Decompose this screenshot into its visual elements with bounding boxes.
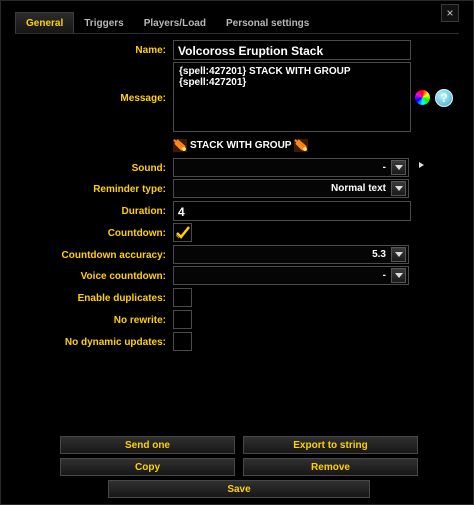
spell-icon <box>294 139 309 152</box>
enable-duplicates-label: Enable duplicates: <box>77 293 166 304</box>
voice-countdown-value: - <box>382 270 386 281</box>
sound-dropdown[interactable]: - <box>173 158 409 177</box>
name-input[interactable]: Volcoross Eruption Stack <box>173 40 411 60</box>
countdown-accuracy-label: Countdown accuracy: <box>61 250 166 261</box>
message-line-2: {spell:427201} <box>179 77 247 88</box>
reminder-type-dropdown[interactable]: Normal text <box>173 179 409 198</box>
duration-input[interactable]: 4 <box>173 201 411 221</box>
reminder-type-label: Reminder type: <box>93 184 166 195</box>
message-label: Message: <box>120 93 166 104</box>
no-rewrite-label: No rewrite: <box>113 315 166 326</box>
no-rewrite-checkbox[interactable] <box>173 310 192 329</box>
remove-button[interactable]: Remove <box>243 458 418 476</box>
countdown-label: Countdown: <box>107 228 166 239</box>
tab-bar: General Triggers Players/Load Personal s… <box>15 12 319 34</box>
chevron-down-icon[interactable] <box>391 160 406 175</box>
preview-text: STACK WITH GROUP <box>190 140 292 151</box>
countdown-checkbox[interactable] <box>173 223 192 242</box>
voice-countdown-label: Voice countdown: <box>80 271 166 282</box>
name-label: Name: <box>135 45 166 56</box>
tab-divider <box>15 33 459 34</box>
color-picker-icon[interactable] <box>415 90 430 105</box>
enable-duplicates-checkbox[interactable] <box>173 288 192 307</box>
message-line-1: {spell:427201} STACK WITH GROUP <box>179 66 351 77</box>
voice-countdown-dropdown[interactable]: - <box>173 266 409 285</box>
countdown-accuracy-dropdown[interactable]: 5.3 <box>173 245 409 264</box>
spell-icon <box>173 139 187 152</box>
copy-button[interactable]: Copy <box>60 458 235 476</box>
play-sound-icon[interactable] <box>419 162 424 168</box>
export-to-string-button[interactable]: Export to string <box>243 436 418 454</box>
checkmark-icon <box>175 226 190 239</box>
sound-label: Sound: <box>131 163 166 174</box>
no-dynamic-updates-label: No dynamic updates: <box>64 337 166 348</box>
chevron-down-icon[interactable] <box>391 247 406 262</box>
chevron-down-icon[interactable] <box>391 181 406 196</box>
message-textarea[interactable]: {spell:427201} STACK WITH GROUP {spell:4… <box>173 62 411 132</box>
help-icon[interactable]: ? <box>435 89 453 107</box>
no-dynamic-updates-checkbox[interactable] <box>173 332 192 351</box>
tab-triggers[interactable]: Triggers <box>74 12 133 34</box>
message-preview: STACK WITH GROUP <box>173 139 309 152</box>
reminder-type-value: Normal text <box>330 183 386 194</box>
close-icon[interactable]: × <box>441 4 459 22</box>
save-button[interactable]: Save <box>108 480 370 498</box>
tab-players-load[interactable]: Players/Load <box>134 12 216 34</box>
reminder-editor-window: × General Triggers Players/Load Personal… <box>0 0 474 505</box>
chevron-down-icon[interactable] <box>391 268 406 283</box>
countdown-accuracy-value: 5.3 <box>372 249 386 260</box>
tab-general[interactable]: General <box>15 12 75 34</box>
tab-personal-settings[interactable]: Personal settings <box>216 12 319 34</box>
sound-value: - <box>382 162 386 173</box>
duration-label: Duration: <box>121 206 166 217</box>
send-one-button[interactable]: Send one <box>60 436 235 454</box>
